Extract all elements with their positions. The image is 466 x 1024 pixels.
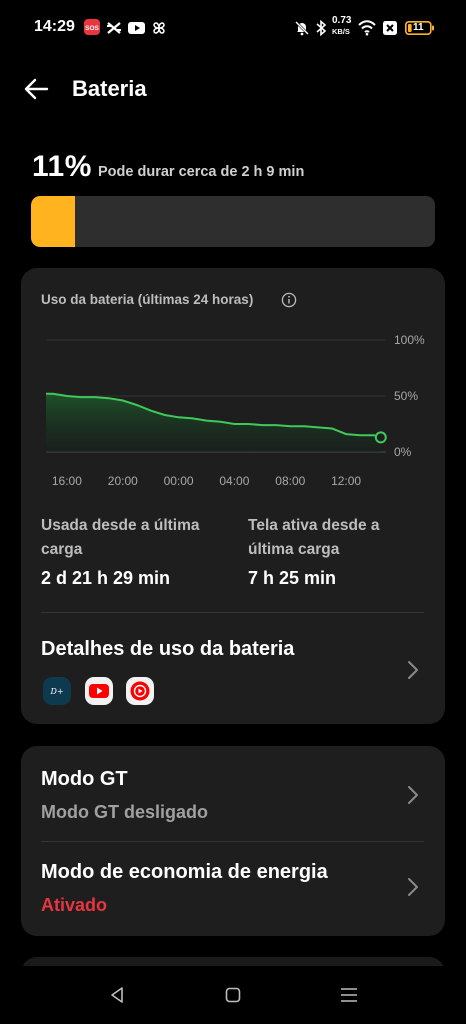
chevron-right-icon: [408, 661, 418, 679]
battery-level-fill: [31, 196, 76, 247]
screen-on-label: Tela ativa desde a última carga: [248, 517, 380, 558]
info-icon[interactable]: [281, 292, 297, 308]
gt-mode-row[interactable]: [21, 746, 445, 840]
battery-percent: 11%: [32, 150, 92, 183]
home-nav-icon[interactable]: [225, 987, 241, 1003]
x-tick-label: 16:00: [52, 474, 82, 488]
youtube-icon: [85, 677, 113, 705]
svg-text:SOS: SOS: [85, 25, 99, 32]
screen-on-value: 7 h 25 min: [248, 568, 337, 588]
used-since-label: Usada desde a última carga: [41, 517, 200, 558]
battery-estimate: Pode durar cerca de 2 h 9 min: [98, 164, 305, 180]
capcut-icon: [107, 22, 121, 34]
used-since-value: 2 d 21 h 29 min: [41, 568, 171, 588]
bluetooth-icon: [316, 20, 327, 36]
power-saving-status: Ativado: [41, 895, 108, 915]
wifi-icon: [358, 20, 376, 36]
x-tick-label: 00:00: [164, 474, 194, 488]
chart-area: [46, 393, 381, 452]
power-saving-title: Modo de economia de energia: [41, 861, 328, 883]
chart-title: Uso da bateria (últimas 24 horas): [41, 292, 254, 307]
pinwheel-icon: [153, 22, 165, 34]
battery-usage-chart: 100% 50% 0% 16:00 20:00 00:00 04:00 08:00 12:00: [46, 333, 425, 488]
y-tick-label: 100%: [394, 333, 425, 347]
x-tick-label: 08:00: [275, 474, 305, 488]
mute-icon: [295, 21, 309, 36]
net-speed-unit: KB/S: [332, 27, 350, 36]
recents-nav-icon[interactable]: [340, 987, 358, 1003]
chevron-right-icon: [408, 878, 418, 896]
x-tick-label: 12:00: [331, 474, 361, 488]
y-tick-label: 50%: [394, 389, 418, 403]
gt-mode-status: Modo GT desligado: [41, 802, 208, 822]
net-speed-value: 0.73: [332, 15, 352, 26]
battery-level-text: 11: [413, 22, 424, 33]
navigation-bar: [0, 966, 466, 1024]
power-saving-row[interactable]: [21, 842, 445, 936]
youtube-icon: [128, 22, 145, 34]
x-tick-label: 04:00: [219, 474, 249, 488]
status-bar: 14:29 SOS 0.73 KB/S 11: [0, 0, 466, 56]
battery-usage-details-row[interactable]: [21, 613, 445, 723]
usage-details-title: Detalhes de uso da bateria: [41, 638, 295, 660]
disney-plus-icon: D+: [43, 677, 71, 705]
x-tick-label: 20:00: [108, 474, 138, 488]
youtube-music-icon: [126, 677, 154, 705]
page-title: Bateria: [72, 76, 147, 101]
chevron-right-icon: [408, 786, 418, 804]
battery-level-bar: [31, 196, 435, 247]
gt-mode-title: Modo GT: [41, 768, 128, 790]
back-arrow-icon[interactable]: [22, 76, 50, 102]
sos-icon: SOS: [84, 19, 100, 35]
chart-current-point: [374, 431, 387, 444]
status-time: 14:29: [34, 18, 75, 35]
y-tick-label: 0%: [394, 445, 412, 459]
sim-off-icon: [383, 21, 397, 35]
back-nav-icon[interactable]: [108, 986, 126, 1004]
